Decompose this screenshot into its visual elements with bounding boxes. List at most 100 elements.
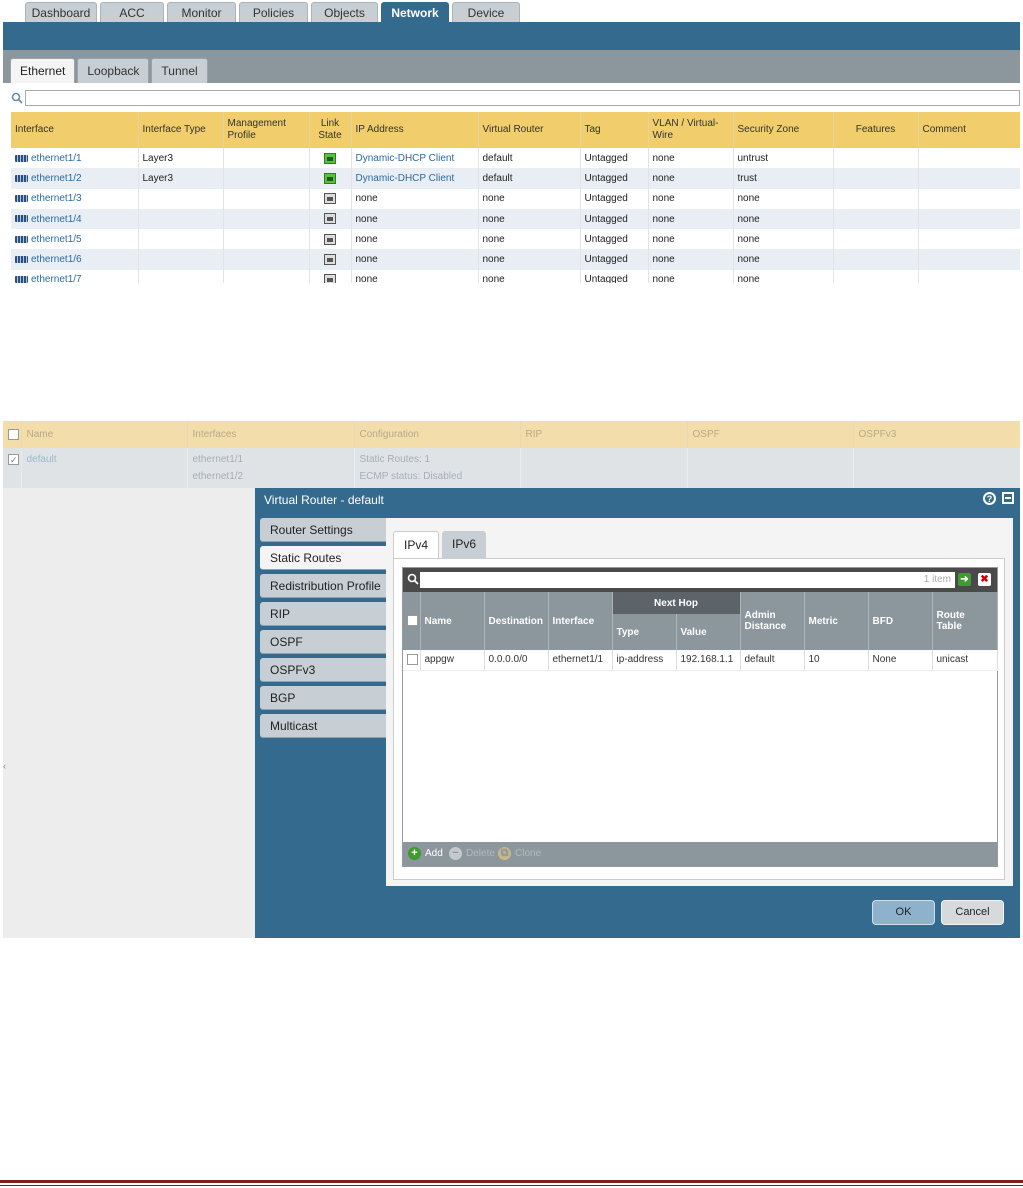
row-vlan: none: [648, 229, 734, 250]
select-all-checkbox[interactable]: [3, 421, 22, 448]
router-name[interactable]: default: [21, 448, 188, 488]
row-link-state: [309, 249, 352, 270]
col-route-table[interactable]: Route Table: [932, 592, 998, 650]
col-tag[interactable]: Tag: [580, 112, 649, 148]
col-ospf[interactable]: OSPF: [687, 421, 854, 448]
col-configuration[interactable]: Configuration: [354, 421, 521, 448]
row-interface[interactable]: ethernet1/3: [11, 188, 139, 209]
tab-ipv6[interactable]: IPv6: [442, 531, 487, 558]
nav-multicast[interactable]: Multicast: [260, 714, 386, 738]
col-rip[interactable]: RIP: [520, 421, 688, 448]
col-metric[interactable]: Metric: [804, 592, 869, 650]
table-row[interactable]: ethernet1/1 Layer3 Dynamic-DHCP Client defa…: [11, 148, 1020, 169]
col-link-state[interactable]: Link State: [309, 112, 352, 148]
table-row[interactable]: ethernet1/3 none none Untagged none none: [11, 188, 1020, 209]
row-features: [833, 208, 919, 230]
nav-tab-network[interactable]: Network: [381, 2, 449, 22]
interface-name-link[interactable]: ethernet1/6: [31, 254, 82, 265]
route-name[interactable]: appgw: [420, 650, 485, 671]
row-checkbox[interactable]: [3, 448, 22, 488]
add-button[interactable]: + Add: [408, 847, 443, 861]
nav-rip[interactable]: RIP: [260, 602, 386, 626]
row-ip-address[interactable]: Dynamic-DHCP Client: [351, 168, 479, 189]
maximize-icon[interactable]: [1002, 492, 1014, 504]
row-comment: [918, 229, 1020, 250]
nav-tab-objects[interactable]: Objects: [311, 2, 378, 22]
nav-tab-monitor[interactable]: Monitor: [167, 2, 236, 22]
col-ip-address[interactable]: IP Address: [351, 112, 479, 148]
nav-router-settings[interactable]: Router Settings: [260, 518, 386, 542]
row-interface[interactable]: ethernet1/1: [11, 148, 139, 169]
table-row[interactable]: appgw 0.0.0.0/0 ethernet1/1 ip-address 1…: [403, 650, 998, 671]
row-interface[interactable]: ethernet1/6: [11, 249, 139, 270]
nav-tab-acc[interactable]: ACC: [100, 2, 164, 22]
nav-static-routes[interactable]: Static Routes: [260, 546, 386, 570]
clone-button[interactable]: ⧉ Clone: [498, 847, 541, 861]
tab-ethernet[interactable]: Ethernet: [10, 58, 76, 83]
table-row[interactable]: ethernet1/7 none none Untagged none none: [11, 269, 1020, 283]
row-link-state: [309, 208, 352, 230]
table-row[interactable]: ethernet1/4 none none Untagged none none: [11, 208, 1020, 230]
apply-filter-icon[interactable]: ➜: [958, 573, 971, 586]
nav-ospf[interactable]: OSPF: [260, 630, 386, 654]
cancel-button[interactable]: Cancel: [941, 900, 1004, 925]
col-next-hop-value[interactable]: Value: [676, 614, 741, 650]
col-features[interactable]: Features: [833, 112, 919, 148]
row-link-state: [309, 188, 352, 209]
col-name[interactable]: Name: [21, 421, 188, 448]
interface-name-link[interactable]: ethernet1/5: [31, 234, 82, 245]
col-security-zone[interactable]: Security Zone: [733, 112, 834, 148]
interface-name-link[interactable]: ethernet1/1: [31, 153, 82, 164]
tab-ipv4[interactable]: IPv4: [393, 531, 440, 558]
delete-icon: −: [449, 847, 462, 860]
tab-loopback[interactable]: Loopback: [77, 58, 150, 83]
col-interface[interactable]: Interface: [11, 112, 139, 148]
route-bfd: None: [868, 650, 933, 671]
nav-bgp[interactable]: BGP: [260, 686, 386, 710]
col-ospfv3[interactable]: OSPFv3: [853, 421, 1020, 448]
tab-tunnel[interactable]: Tunnel: [151, 58, 208, 83]
interface-filter-input[interactable]: [25, 90, 1020, 106]
clear-filter-icon[interactable]: ✖: [978, 573, 991, 586]
col-destination[interactable]: Destination: [484, 592, 549, 650]
col-interfaces[interactable]: Interfaces: [187, 421, 355, 448]
col-route-name[interactable]: Name: [420, 592, 485, 650]
table-row[interactable]: default ethernet1/1 ethernet1/2 Static R…: [3, 448, 1020, 488]
col-interface-type[interactable]: Interface Type: [138, 112, 224, 148]
nav-redistribution-profile[interactable]: Redistribution Profile: [260, 574, 386, 598]
row-interface[interactable]: ethernet1/5: [11, 229, 139, 250]
table-row[interactable]: ethernet1/2 Layer3 Dynamic-DHCP Client defa…: [11, 168, 1020, 189]
col-admin-distance[interactable]: Admin Distance: [740, 592, 805, 650]
select-all-routes-checkbox[interactable]: [403, 592, 421, 650]
col-comment[interactable]: Comment: [918, 112, 1020, 148]
table-row[interactable]: ethernet1/6 none none Untagged none none: [11, 249, 1020, 270]
col-virtual-router[interactable]: Virtual Router: [478, 112, 581, 148]
route-filter-input[interactable]: [420, 572, 955, 588]
nav-ospfv3[interactable]: OSPFv3: [260, 658, 386, 682]
nav-tab-policies[interactable]: Policies: [239, 2, 308, 22]
row-interface[interactable]: ethernet1/7: [11, 269, 139, 283]
help-icon[interactable]: ?: [983, 492, 996, 505]
ok-button[interactable]: OK: [872, 900, 935, 925]
row-interface[interactable]: ethernet1/2: [11, 168, 139, 189]
col-bfd[interactable]: BFD: [868, 592, 933, 650]
ethernet-port-icon: [15, 276, 28, 283]
col-route-interface[interactable]: Interface: [548, 592, 613, 650]
interface-name-link[interactable]: ethernet1/2: [31, 173, 82, 184]
link-down-icon: [324, 233, 336, 245]
table-row[interactable]: ethernet1/5 none none Untagged none none: [11, 229, 1020, 250]
collapse-handle[interactable]: ‹: [3, 761, 8, 775]
col-management-profile[interactable]: Management Profile: [223, 112, 310, 148]
interface-name-link[interactable]: ethernet1/7: [31, 274, 82, 283]
nav-tab-dashboard[interactable]: Dashboard: [25, 2, 97, 22]
col-next-hop-type[interactable]: Type: [612, 614, 677, 650]
col-vlan-virtual-wire[interactable]: VLAN / Virtual-Wire: [648, 112, 734, 148]
virtual-router-dialog: Virtual Router - default ? Router Settin…: [255, 488, 1020, 938]
route-checkbox[interactable]: [403, 650, 421, 671]
row-interface[interactable]: ethernet1/4: [11, 208, 139, 230]
interface-name-link[interactable]: ethernet1/4: [31, 214, 82, 225]
delete-button[interactable]: − Delete: [449, 847, 495, 861]
nav-tab-device[interactable]: Device: [452, 2, 520, 22]
interface-name-link[interactable]: ethernet1/3: [31, 193, 82, 204]
row-ip-address[interactable]: Dynamic-DHCP Client: [351, 148, 479, 169]
